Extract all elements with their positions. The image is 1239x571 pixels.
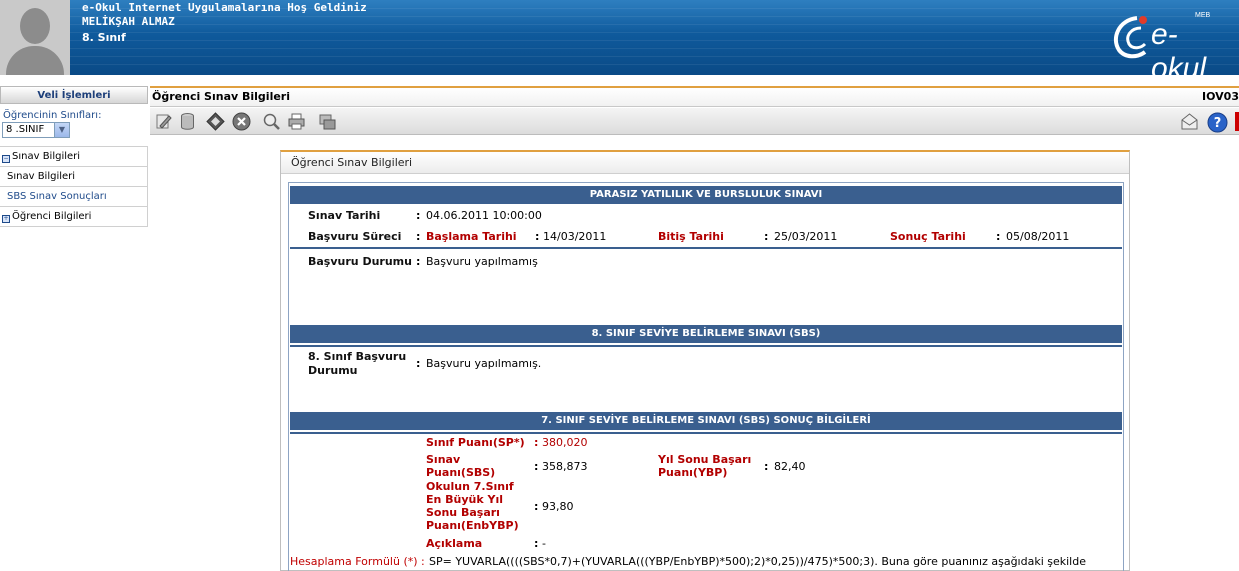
result-date-label: Sonuç Tarihi <box>890 230 966 243</box>
formula-value: SP= YUVARLA((((SBS*0,7)+(YUVARLA(((YBP/E… <box>429 555 1086 568</box>
exam-score-label-line2: Puanı(SBS) <box>426 466 496 479</box>
exam-score-label-line1: Sınav <box>426 453 461 466</box>
edit-icon[interactable] <box>154 112 173 131</box>
section-divider <box>290 432 1122 434</box>
exam-info-content: PARASIZ YATILILIK VE BURSLULUK SINAVI Sı… <box>288 182 1124 571</box>
section-heading-sbs8: 8. SINIF SEVİYE BELİRLEME SINAVI (SBS) <box>290 325 1122 343</box>
page-title: Öğrenci Sınav Bilgileri <box>152 90 291 103</box>
sidebar-item-sinav-bilgileri-group[interactable]: − Sınav Bilgileri <box>0 147 148 167</box>
panel-title: Öğrenci Sınav Bilgileri <box>281 152 1129 174</box>
note-value: - <box>542 537 546 550</box>
application-status-value: Başvuru yapılmamış <box>426 255 538 268</box>
sidebar-menu: − Sınav Bilgileri Sınav Bilgileri SBS Sın… <box>0 146 148 227</box>
sbs8-status-value: Başvuru yapılmamış. <box>426 357 542 370</box>
end-date-value: 25/03/2011 <box>774 230 838 243</box>
exam-score-value: 358,873 <box>542 460 588 473</box>
start-date-label: Başlama Tarihi <box>426 230 517 243</box>
page-code: IOV03 <box>1202 90 1239 103</box>
end-date-label: Bitiş Tarihi <box>658 230 724 243</box>
help-icon[interactable]: ? <box>1207 112 1228 133</box>
class-score-value: 380,020 <box>542 436 588 449</box>
sbs8-status-label-line1: 8. Sınıf Başvuru <box>308 350 407 363</box>
sidebar-item-ogrenci-bilgileri[interactable]: + Öğrenci Bilgileri <box>0 207 148 227</box>
main-title-bar: Öğrenci Sınav Bilgileri IOV03 <box>150 86 1239 107</box>
enbybp-value: 93,80 <box>542 500 574 513</box>
chevron-down-icon[interactable]: ▼ <box>54 123 69 137</box>
logo-meb: MEB <box>1195 12 1211 19</box>
search-icon[interactable] <box>262 112 281 131</box>
eokul-logo: e-okul MEB <box>1107 10 1227 85</box>
enbybp-label-line4: Puanı(EnbYBP) <box>426 519 519 532</box>
exam-date-label: Sınav Tarihi <box>308 209 381 222</box>
plus-box-icon[interactable]: + <box>2 215 10 223</box>
section-heading-sbs7: 7. SINIF SEVİYE BELİRLEME SINAVI (SBS) S… <box>290 412 1122 430</box>
database-icon[interactable] <box>178 112 197 131</box>
user-name: MELİKŞAH ALMAZ <box>82 15 175 28</box>
cancel-icon[interactable] <box>232 112 251 131</box>
start-date-value: 14/03/2011 <box>543 230 607 243</box>
class-name: 8. Sınıf <box>82 31 126 44</box>
logo-text: e-okul <box>1151 18 1207 85</box>
enbybp-label-line1: Okulun 7.Sınıf <box>426 480 514 493</box>
minus-box-icon[interactable]: − <box>2 155 10 163</box>
export-icon[interactable] <box>318 112 337 131</box>
welcome-text: e-Okul Internet Uygulamalarına Hoş Geldi… <box>82 1 367 14</box>
formula-label: Hesaplama Formülü (*) : <box>290 555 425 568</box>
note-label: Açıklama <box>426 537 483 550</box>
svg-text:?: ? <box>1214 116 1222 131</box>
class-score-label: Sınıf Puanı(SP*) <box>426 436 525 449</box>
section-divider <box>290 247 1122 249</box>
ybp-value: 82,40 <box>774 460 806 473</box>
enbybp-label-line3: Sonu Başarı <box>426 506 500 519</box>
application-period-label: Başvuru Süreci <box>308 230 402 243</box>
exam-info-panel: Öğrenci Sınav Bilgileri PARASIZ YATILILI… <box>280 150 1130 571</box>
result-date-value: 05/08/2011 <box>1006 230 1070 243</box>
exam-date-value: 04.06.2011 10:00:00 <box>426 209 542 222</box>
avatar <box>0 0 70 75</box>
toolbar: ? <box>150 108 1239 135</box>
sidebar-item-sinav-bilgileri[interactable]: Sınav Bilgileri <box>0 167 148 187</box>
ybp-label-line2: Puanı(YBP) <box>658 466 728 479</box>
mail-icon[interactable] <box>1180 112 1199 131</box>
close-icon[interactable] <box>1235 112 1239 131</box>
section-heading-pybs: PARASIZ YATILILIK VE BURSLULUK SINAVI <box>290 186 1122 204</box>
sidebar-item-sbs-sonuclari[interactable]: SBS Sınav Sonuçları <box>0 187 148 207</box>
section-divider <box>290 345 1122 347</box>
sbs8-status-label-line2: Durumu <box>308 364 358 377</box>
class-select-label: Öğrencinin Sınıfları: <box>3 110 102 121</box>
sidebar: Veli İşlemleri Öğrencinin Sınıfları: 8 .… <box>0 86 148 571</box>
logo-swirl-icon <box>1113 16 1147 59</box>
app-header: e-Okul Internet Uygulamalarına Hoş Geldi… <box>0 0 1239 85</box>
enbybp-label-line2: En Büyük Yıl <box>426 493 504 506</box>
sidebar-title: Veli İşlemleri <box>0 86 148 104</box>
class-select[interactable]: 8 .SINIF ▼ <box>2 122 70 138</box>
application-status-label: Başvuru Durumu <box>308 255 412 268</box>
print-icon[interactable] <box>287 112 306 131</box>
class-select-value: 8 .SINIF <box>6 124 45 135</box>
diamond-icon[interactable] <box>206 112 225 131</box>
ybp-label-line1: Yıl Sonu Başarı <box>658 453 752 466</box>
